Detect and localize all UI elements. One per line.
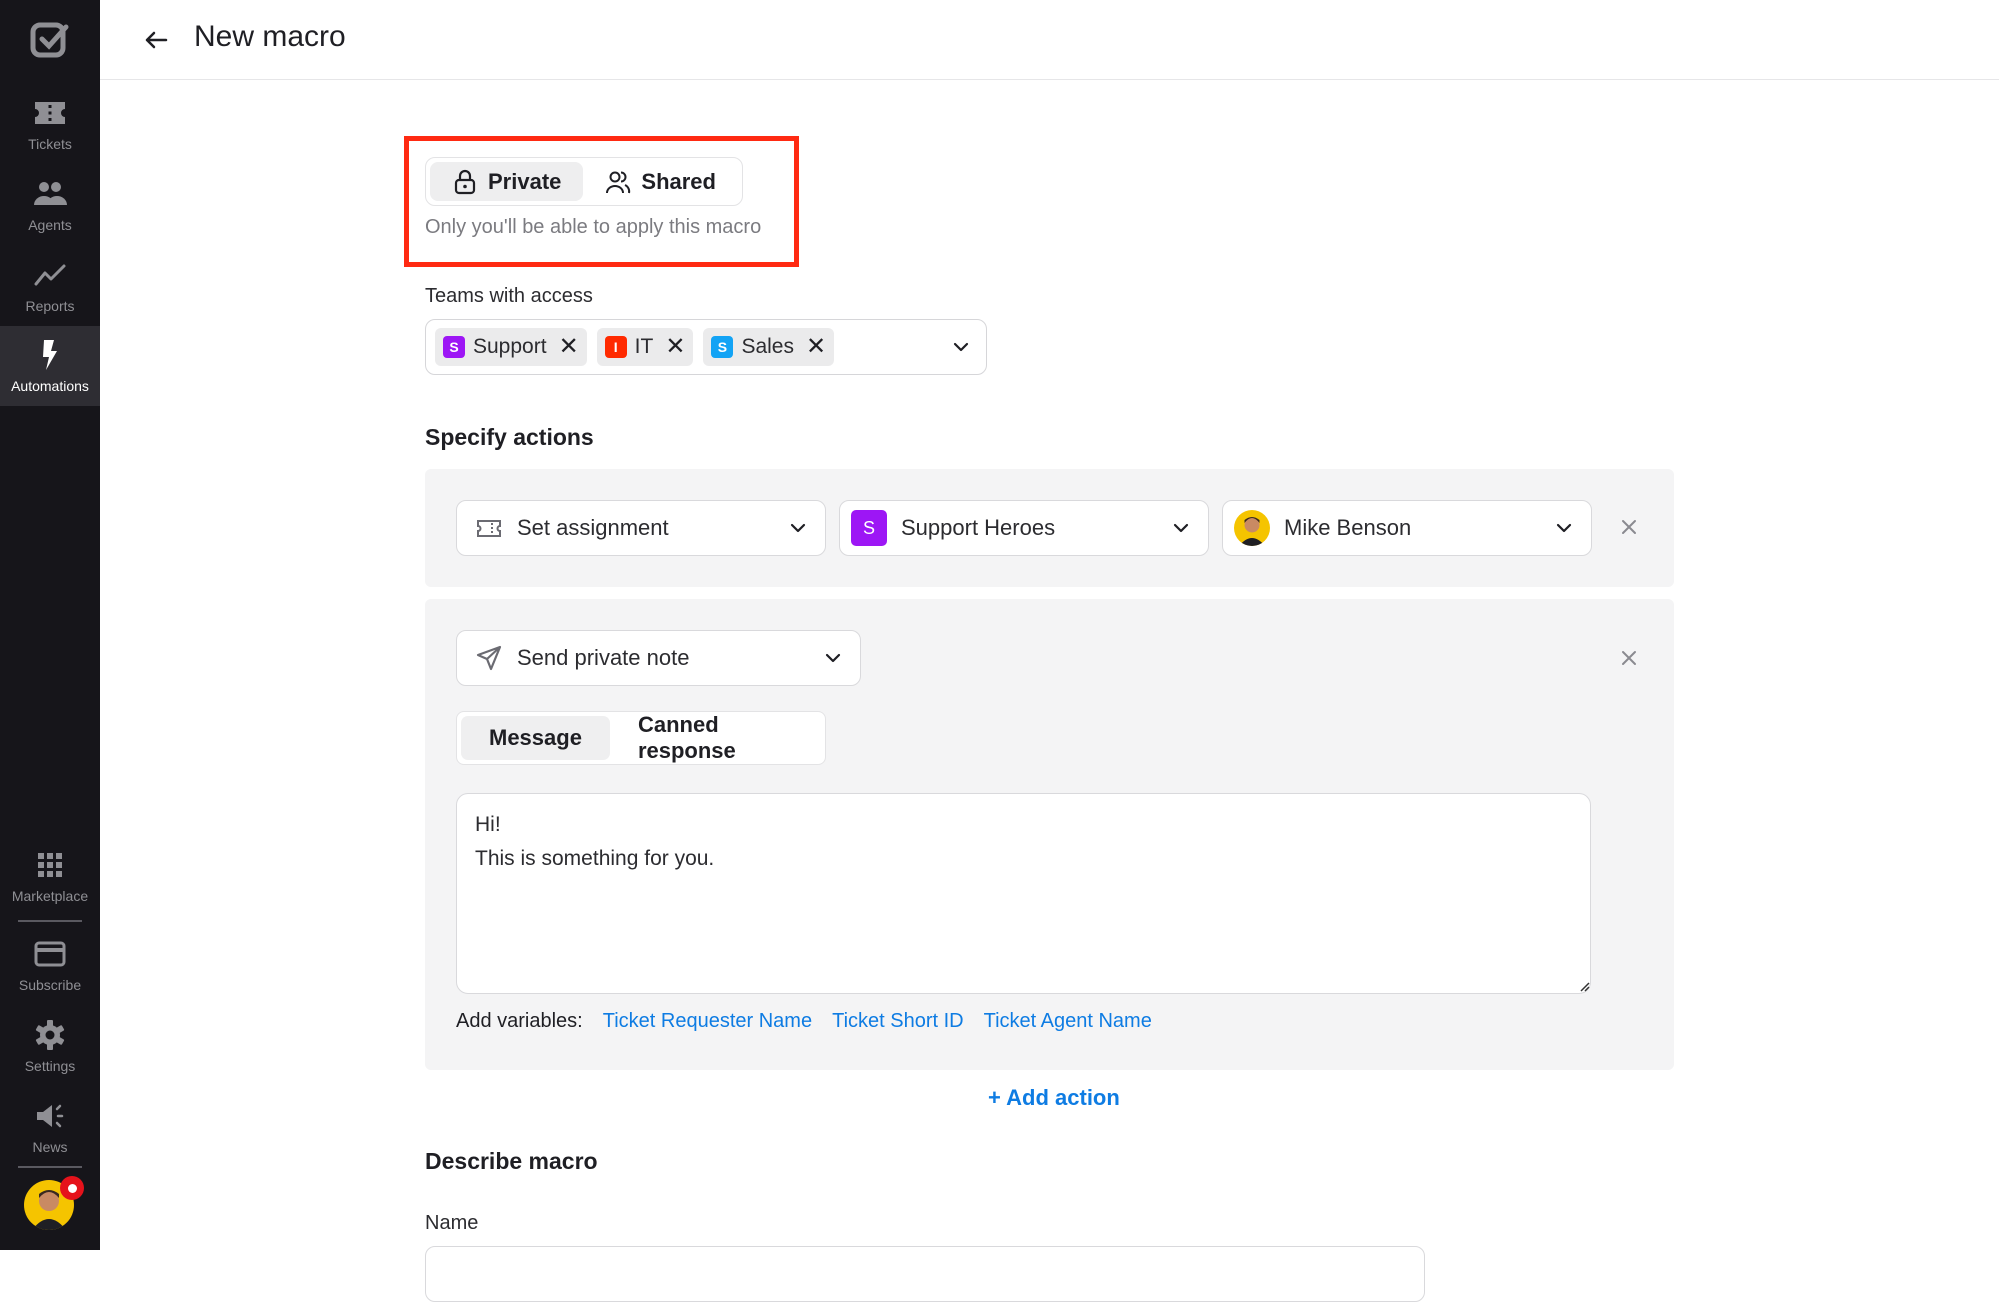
ticket-outline-icon [477, 520, 501, 537]
page-title: New macro [194, 20, 346, 53]
describe-title: Describe macro [425, 1148, 598, 1174]
team-chip: S Support ✕ [435, 328, 587, 366]
action-type-select[interactable]: Send private note [456, 630, 861, 686]
team-badge: S [851, 510, 887, 546]
sidebar-item-label: Reports [25, 298, 75, 314]
action-type-label: Set assignment [517, 515, 669, 540]
visibility-private-option[interactable]: Private [430, 162, 584, 201]
team-chip-label: Sales [741, 335, 794, 358]
sidebar-item-marketplace[interactable]: Marketplace [0, 836, 100, 916]
sidebar-divider [18, 920, 82, 922]
sidebar-item-reports[interactable]: Reports [0, 246, 100, 326]
name-label: Name [425, 1212, 479, 1234]
visibility-hint: Only you'll be able to apply this macro [425, 216, 762, 238]
team-badge: I [604, 336, 627, 358]
sidebar-item-automations[interactable]: Automations [0, 326, 100, 406]
variable-link[interactable]: Ticket Agent Name [984, 1010, 1152, 1033]
sidebar-item-label: Settings [24, 1058, 76, 1074]
message-source-toggle: Message Canned response [456, 711, 826, 765]
chevron-down-icon[interactable] [950, 336, 972, 358]
remove-action-icon[interactable] [1616, 514, 1642, 540]
gear-icon [35, 1020, 65, 1050]
resize-handle-icon[interactable] [1578, 980, 1590, 992]
visibility-shared-option[interactable]: Shared [583, 162, 738, 201]
team-badge: S [443, 336, 465, 358]
sidebar: Tickets Agents Reports Automations Marke… [0, 0, 100, 1250]
sidebar-item-tickets[interactable]: Tickets [0, 84, 100, 164]
checkbox-logo-icon[interactable] [30, 20, 70, 60]
chevron-down-icon [1556, 523, 1572, 533]
action-type-label: Send private note [517, 645, 690, 670]
variable-link[interactable]: Ticket Short ID [832, 1010, 964, 1033]
add-action-button[interactable]: + Add action [988, 1085, 1120, 1111]
ticket-icon [35, 102, 65, 124]
sidebar-item-label: Tickets [28, 136, 72, 152]
grid-icon [38, 853, 62, 877]
actions-title: Specify actions [425, 424, 594, 450]
action-type-select[interactable]: Set assignment [456, 500, 826, 556]
variable-link[interactable]: Ticket Requester Name [603, 1010, 812, 1033]
sidebar-item-news[interactable]: News [0, 1087, 100, 1167]
visibility-option-label: Private [488, 168, 562, 194]
arrow-left-icon [145, 31, 168, 49]
trend-line-icon [34, 264, 66, 286]
name-input[interactable] [425, 1246, 1425, 1302]
team-select[interactable]: S Support Heroes [839, 500, 1209, 556]
credit-card-icon [34, 941, 66, 967]
chevron-down-icon [825, 653, 841, 663]
variables-row: Add variables: Ticket Requester Name Tic… [456, 1010, 1152, 1033]
topbar [100, 0, 1999, 80]
team-select-label: Support Heroes [901, 515, 1056, 540]
send-icon [476, 645, 502, 671]
visibility-toggle: Private Shared [425, 157, 743, 206]
sidebar-item-agents[interactable]: Agents [0, 165, 100, 245]
remove-action-icon[interactable] [1616, 645, 1642, 671]
sidebar-divider [18, 1166, 82, 1168]
message-textarea[interactable]: Hi! This is something for you. [456, 793, 1591, 994]
team-chip-label: Support [473, 335, 547, 358]
remove-chip-icon[interactable]: ✕ [665, 335, 685, 359]
action-card-private-note: Send private note Message Canned respons… [425, 599, 1674, 1070]
sidebar-item-subscribe[interactable]: Subscribe [0, 925, 100, 1005]
team-chip: S Sales ✕ [703, 328, 835, 366]
chevron-down-icon [790, 523, 806, 533]
sidebar-item-label: Agents [28, 217, 72, 233]
lock-icon [454, 169, 476, 194]
notification-badge [60, 1176, 84, 1200]
users-outline-icon [606, 171, 631, 193]
tab-canned-response[interactable]: Canned response [610, 712, 821, 763]
sidebar-item-settings[interactable]: Settings [0, 1006, 100, 1086]
sidebar-item-label: Subscribe [18, 977, 82, 993]
agent-select[interactable]: Mike Benson [1222, 500, 1592, 556]
agent-avatar [1234, 510, 1270, 546]
lightning-icon [43, 340, 57, 370]
chevron-down-icon [1173, 523, 1189, 533]
back-button[interactable] [140, 24, 172, 56]
sidebar-item-label: Automations [11, 378, 89, 394]
variables-label: Add variables: [456, 1010, 583, 1032]
sidebar-item-label: News [32, 1139, 68, 1155]
remove-chip-icon[interactable]: ✕ [806, 335, 826, 359]
agent-select-label: Mike Benson [1284, 515, 1412, 540]
sidebar-item-label: Marketplace [11, 888, 89, 904]
teams-label: Teams with access [425, 285, 593, 307]
remove-chip-icon[interactable]: ✕ [559, 335, 579, 359]
teams-multiselect[interactable]: S Support ✕ I IT ✕ S Sales ✕ [425, 319, 987, 375]
team-badge: S [711, 336, 734, 358]
users-icon [34, 182, 67, 205]
visibility-option-label: Shared [641, 168, 716, 194]
megaphone-icon [37, 1104, 64, 1128]
action-card-assignment: Set assignment S Support Heroes Mike Ben… [425, 469, 1674, 587]
team-chip-label: IT [634, 335, 654, 358]
tab-message[interactable]: Message [461, 716, 610, 760]
team-chip: I IT ✕ [596, 328, 694, 366]
